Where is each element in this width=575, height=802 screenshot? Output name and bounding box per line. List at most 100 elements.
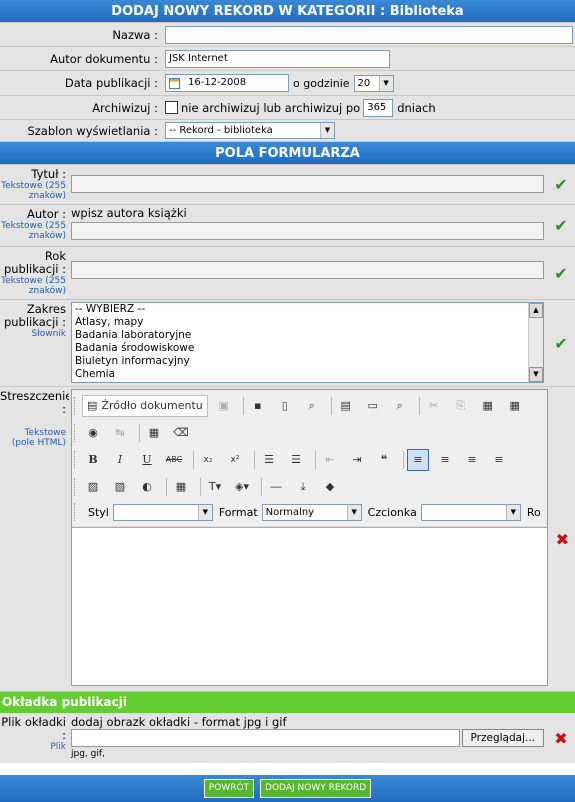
czcionka-select[interactable]: ▼ xyxy=(420,503,521,521)
tytul-input[interactable] xyxy=(71,175,544,193)
cross-icon: ✖ xyxy=(554,728,568,748)
image-gallery-icon[interactable]: ▧ xyxy=(109,476,131,498)
preview-icon[interactable]: ▣ xyxy=(213,395,235,417)
replace-icon[interactable]: ↹ xyxy=(109,422,131,444)
rok-label: Rok publikacji : xyxy=(3,249,66,276)
zakres-type: Słownik xyxy=(31,329,66,339)
styl-select[interactable]: ▼ xyxy=(112,503,213,521)
data-publikacji-input[interactable]: 16-12-2008 xyxy=(165,74,289,92)
tytul-label-block: Tytuł : Tekstowe (255 znaków) xyxy=(0,165,69,204)
browse-button[interactable]: Przeglądaj... xyxy=(461,729,544,747)
background-color-icon[interactable]: ◈▾ xyxy=(231,476,253,498)
godzina-value: 20 xyxy=(357,77,371,89)
tytul-label: Tytuł : xyxy=(31,167,66,181)
checkmark-icon: ✔ xyxy=(554,333,568,353)
cut-icon[interactable]: ✂ xyxy=(423,395,445,417)
nazwa-label: Nazwa : xyxy=(112,28,158,42)
strikethrough-icon[interactable]: ABC xyxy=(163,449,185,471)
list-item[interactable]: Atlasy, mapy xyxy=(72,316,543,329)
numbered-list-icon[interactable]: ☰ xyxy=(258,449,280,471)
italic-icon[interactable]: I xyxy=(109,449,131,471)
scrollbar[interactable]: ▲ ▼ xyxy=(528,303,543,382)
indent-icon[interactable]: ⇥ xyxy=(346,449,368,471)
nazwa-input[interactable] xyxy=(165,25,573,44)
chevron-down-icon: ▼ xyxy=(346,504,361,520)
list-item[interactable]: Biuletyn informacyjny xyxy=(72,355,543,368)
underline-icon[interactable]: U xyxy=(136,449,158,471)
source-button[interactable]: ▤ Źródło dokumentu xyxy=(82,394,208,417)
paste-icon[interactable]: ▦ xyxy=(477,395,499,417)
copy-icon[interactable]: ⎘ xyxy=(450,395,472,417)
align-left-icon[interactable]: ≡ xyxy=(407,448,429,471)
scroll-down-icon[interactable]: ▼ xyxy=(529,367,543,382)
plugin-icon[interactable]: ◆ xyxy=(319,476,341,498)
archiwizuj-checkbox[interactable] xyxy=(165,101,178,114)
blockquote-icon[interactable]: ❝ xyxy=(373,449,395,471)
print-preview-icon[interactable]: ⌕ xyxy=(301,395,323,417)
image-icon[interactable]: ▨ xyxy=(82,476,104,498)
horizontal-rule-icon[interactable]: ― xyxy=(265,476,287,498)
subscript-icon[interactable]: x₂ xyxy=(197,449,219,471)
streszczenie-type: Tekstowe (pole HTML) xyxy=(11,428,66,448)
page-title: DODAJ NOWY REKORD W KATEGORII : Bibliote… xyxy=(0,0,575,23)
autor-dokumentu-input[interactable]: JSK Internet xyxy=(165,49,390,68)
autor-type: Tekstowe (255 znaków) xyxy=(1,221,66,241)
cover-hint: dodaj obrazk okładki - format jpg i gif xyxy=(71,715,287,729)
cover-file-input[interactable] xyxy=(71,729,460,747)
find-icon[interactable]: ⌕ xyxy=(389,395,411,417)
archiwizuj-days-input[interactable]: 365 xyxy=(363,98,394,117)
html-editor: ▤ Źródło dokumentu ▣ ▪ ▯ ⌕ ▤ ▭ ⌕ ✂ ⎘ ▦ ▦… xyxy=(71,389,548,686)
template-icon[interactable]: ▤ xyxy=(335,395,357,417)
align-center-icon[interactable]: ≡ xyxy=(434,449,456,471)
row-autor: Autor : Tekstowe (255 znaków) wpisz auto… xyxy=(0,205,575,247)
archiwizuj-label: Archiwizuj : xyxy=(92,101,158,115)
editor-content-area[interactable] xyxy=(72,527,547,685)
flash-icon[interactable]: ◐ xyxy=(136,476,158,498)
paste-text-icon[interactable]: ▦ xyxy=(504,395,526,417)
maximize-icon[interactable]: ▭ xyxy=(362,395,384,417)
list-item[interactable]: Badania laboratoryjne xyxy=(72,329,543,342)
select-all-icon[interactable]: ▦ xyxy=(143,422,165,444)
czcionka-label: Czcionka xyxy=(367,505,417,519)
new-page-icon[interactable]: ▯ xyxy=(274,395,296,417)
align-right-icon[interactable]: ≡ xyxy=(461,449,483,471)
autor-input[interactable] xyxy=(71,222,544,240)
godzina-select[interactable]: 20 ▼ xyxy=(353,74,394,92)
row-tytul: Tytuł : Tekstowe (255 znaków) ✔ xyxy=(0,165,575,205)
list-item[interactable]: -- WYBIERZ -- xyxy=(72,303,543,316)
streszczenie-label: Streszczenie : xyxy=(0,389,73,416)
eraser-icon[interactable]: ⌫ xyxy=(170,422,192,444)
szablon-select[interactable]: -- Rekord - biblioteka ▼ xyxy=(165,122,335,139)
bullet-list-icon[interactable]: ☰ xyxy=(285,449,307,471)
row-zakres: Zakres publikacji : Słownik -- WYBIERZ -… xyxy=(0,300,575,387)
rok-input[interactable] xyxy=(71,261,544,279)
list-item[interactable]: Chemia xyxy=(72,368,543,381)
scroll-up-icon[interactable]: ▲ xyxy=(529,303,543,318)
submit-button[interactable]: DODAJ NOWY REKORD xyxy=(260,779,372,798)
calendar-icon[interactable] xyxy=(169,77,180,89)
source-button-label: Źródło dokumentu xyxy=(101,399,203,412)
zakres-listbox[interactable]: -- WYBIERZ -- Atlasy, mapy Badania labor… xyxy=(71,302,544,383)
footer: POWRÓT DODAJ NOWY REKORD xyxy=(0,775,575,802)
list-item[interactable]: Badania środowiskowe xyxy=(72,342,543,355)
justify-icon[interactable]: ≡ xyxy=(488,449,510,471)
archiwizuj-unit: dniach xyxy=(397,100,436,115)
save-icon[interactable]: ▪ xyxy=(247,395,269,417)
row-cover: Plik okładki : Plik dodaj obrazk okładki… xyxy=(0,713,575,763)
row-data-publikacji: Data publikacji : 16-12-2008 o godzinie … xyxy=(0,71,575,96)
back-button[interactable]: POWRÓT xyxy=(203,779,255,798)
bold-icon[interactable]: B xyxy=(82,449,104,471)
format-select[interactable]: Normalny ▼ xyxy=(261,503,362,521)
table-icon[interactable]: ▦ xyxy=(170,476,192,498)
zakres-label: Zakres publikacji : xyxy=(3,302,66,329)
chevron-down-icon: ▼ xyxy=(505,504,520,520)
page-break-icon[interactable]: ⤓ xyxy=(292,476,314,498)
text-color-icon[interactable]: T▾ xyxy=(204,476,226,498)
outdent-icon[interactable]: ⇤ xyxy=(319,449,341,471)
binoculars-icon[interactable]: ◉ xyxy=(82,422,104,444)
superscript-icon[interactable]: x² xyxy=(224,449,246,471)
checkmark-icon: ✔ xyxy=(554,263,568,283)
autor-dokumentu-label: Autor dokumentu : xyxy=(50,52,158,66)
cover-type: Plik xyxy=(50,742,66,752)
archiwizuj-text: nie archiwizuj lub archiwizuj po xyxy=(181,100,361,115)
